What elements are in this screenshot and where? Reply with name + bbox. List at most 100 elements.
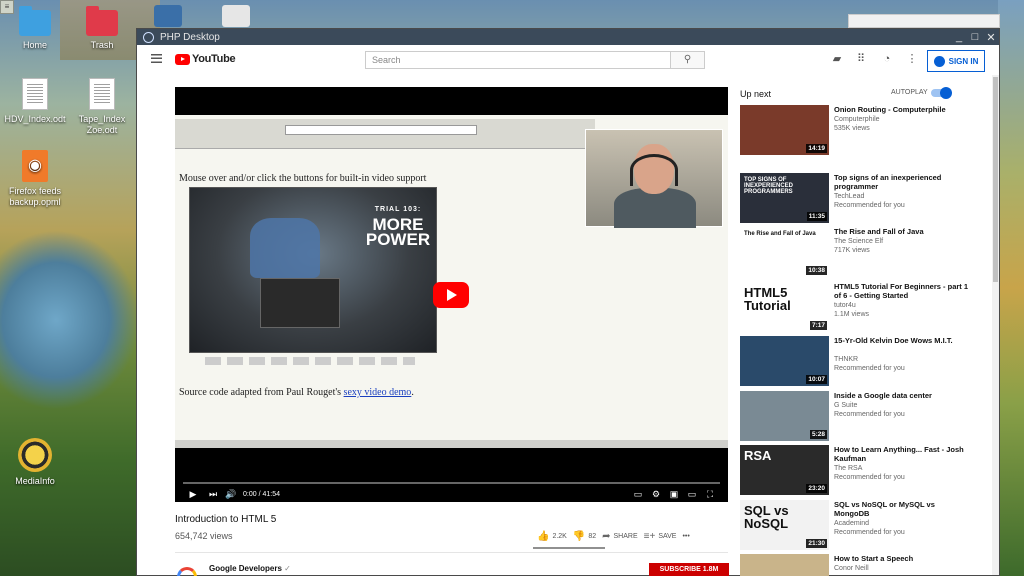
recommended-video[interactable]: TOP SIGNS OF INEXPERIENCED PROGRAMMERS 11… (740, 173, 970, 223)
desktop-icon-mediainfo[interactable]: MediaInfo (0, 438, 70, 487)
recommended-video[interactable]: 10:07 15-Yr-Old Kelvin Doe Wows M.I.T. THN… (740, 336, 970, 386)
video-thumbnail[interactable]: The Rise and Fall of Java 10:38 (740, 227, 829, 277)
youtube-logo[interactable]: YouTube (175, 53, 236, 65)
video-duration: 11:35 (806, 212, 827, 221)
sign-in-button[interactable]: SIGN IN (927, 50, 985, 72)
recommended-video-channel[interactable]: THNKR (834, 355, 858, 364)
up-next-heading: Up next (740, 89, 772, 99)
autoplay-toggle[interactable] (931, 87, 952, 99)
recommended-video-channel[interactable]: Computerphile (834, 115, 880, 124)
channel-name[interactable]: Google Developers ✓ (209, 564, 291, 573)
video-thumbnail[interactable]: 5:28 (740, 391, 829, 441)
clip-figure (250, 218, 320, 278)
recommended-video[interactable]: 14:19 Onion Routing - Computerphile Comput… (740, 105, 970, 155)
next-icon[interactable]: ⏭ (207, 488, 219, 500)
subscribe-button[interactable]: SUBSCRIBE 1.8M (649, 563, 729, 576)
maximize-button[interactable]: □ (967, 31, 983, 43)
verified-icon: ✓ (284, 564, 291, 573)
recommended-video-title[interactable]: 15-Yr-Old Kelvin Doe Wows M.I.T. (834, 336, 972, 345)
desktop-icon-firefox-feeds[interactable]: ◉ Firefox feeds backup.opml (0, 150, 70, 208)
recommended-video-title[interactable]: Inside a Google data center (834, 391, 972, 400)
recommended-video-title[interactable]: The Rise and Fall of Java (834, 227, 972, 236)
video-thumbnail[interactable]: 14:19 (740, 105, 829, 155)
video-thumbnail[interactable]: TOP SIGNS OF INEXPERIENCED PROGRAMMERS 11… (740, 173, 829, 223)
recommended-video[interactable]: SQL vs NoSQL 21:30 SQL vs NoSQL or MySQL v… (740, 500, 970, 550)
channel-avatar[interactable] (177, 567, 197, 576)
big-play-button[interactable] (433, 282, 469, 308)
video-player[interactable]: Mouse over and/or click the buttons for … (175, 87, 728, 502)
recommended-video-meta: Recommended for you (834, 202, 905, 209)
recommended-video-channel[interactable]: The Science Elf (834, 237, 883, 246)
video-actions: 👍 2.2K 👎 82 ➦ SHARE ≡+ SAVE ••• (537, 531, 690, 542)
like-button[interactable]: 👍 2.2K (537, 531, 567, 542)
page-scrollbar[interactable] (992, 75, 999, 575)
autoplay-label: AUTOPLAY (891, 89, 928, 96)
progress-bar[interactable] (183, 482, 720, 484)
recommended-video-title[interactable]: Onion Routing - Computerphile (834, 105, 972, 114)
logo-text: YouTube (192, 53, 236, 65)
video-thumbnail[interactable]: HTML5 Tutorial 7:17 (740, 282, 829, 332)
settings-gear-icon[interactable]: ⚙ (650, 488, 662, 500)
dislike-count: 82 (588, 533, 597, 540)
dislike-button[interactable]: 👎 82 (573, 531, 596, 542)
php-desktop-window: PHP Desktop _ □ ✕ YouTube Search ⚲ ▰ ⠿ ◔… (136, 28, 1000, 576)
more-vert-icon[interactable]: ⋮ (906, 53, 918, 65)
recommended-video[interactable]: HTML5 Tutorial 7:17 HTML5 Tutorial For Beg… (740, 282, 970, 332)
more-actions-button[interactable]: ••• (682, 533, 689, 540)
video-thumbnail[interactable]: SQL vs NoSQL 21:30 (740, 500, 829, 550)
recommended-video[interactable]: RSA 23:20 How to Learn Anything... Fast - … (740, 445, 970, 495)
theater-mode-icon[interactable]: ▭ (686, 488, 698, 500)
menu-icon[interactable] (151, 54, 162, 63)
desktop-icon-label: Home (22, 40, 47, 50)
taskbar-app-icon[interactable] (154, 5, 182, 27)
trash-icon (86, 6, 118, 36)
recommended-video-title[interactable]: How to Learn Anything... Fast - Josh Kau… (834, 445, 972, 463)
recommended-video-meta: Recommended for you (834, 365, 905, 372)
window-titlebar[interactable]: PHP Desktop _ □ ✕ (137, 29, 999, 45)
recommended-video-channel[interactable]: tutor4u (834, 301, 856, 310)
close-button[interactable]: ✕ (983, 31, 999, 44)
desktop-icon-trash[interactable]: Trash (67, 6, 137, 51)
play-icon[interactable]: ▶ (187, 488, 199, 500)
messages-icon[interactable]: ◔ (881, 53, 893, 65)
save-button[interactable]: ≡+ SAVE (644, 531, 677, 542)
minimize-button[interactable]: _ (951, 31, 967, 43)
desktop-icon-label: Firefox feeds backup.opml (8, 186, 62, 207)
recommended-video-title[interactable]: HTML5 Tutorial For Beginners - part 1 of… (834, 282, 972, 300)
video-thumbnail[interactable] (740, 554, 829, 576)
recommended-video-channel[interactable]: G Suite (834, 401, 857, 410)
video-title: Introduction to HTML 5 (175, 514, 277, 525)
desktop-icon-tape-index[interactable]: Tape_Index Zoe.odt (67, 78, 137, 136)
search-button[interactable]: ⚲ (671, 51, 705, 69)
app-icon (143, 31, 154, 43)
recommended-video[interactable]: How to Start a Speech Conor Neill (740, 554, 970, 576)
miniplayer-icon[interactable]: ▣ (668, 488, 680, 500)
apps-grid-icon[interactable]: ⠿ (855, 53, 867, 65)
recommended-video-channel[interactable]: TechLead (834, 192, 864, 201)
sign-in-label: SIGN IN (948, 56, 979, 66)
recommended-video-channel[interactable]: The RSA (834, 464, 862, 473)
recommended-video-title[interactable]: Top signs of an inexperienced programmer (834, 173, 972, 191)
mediainfo-icon (18, 438, 52, 472)
create-video-icon[interactable]: ▰ (831, 53, 843, 65)
fullscreen-icon[interactable]: ⛶ (704, 488, 716, 500)
search-input[interactable]: Search (365, 51, 671, 69)
video-browser-toolbar (175, 119, 595, 149)
recommended-video-channel[interactable]: Conor Neill (834, 564, 869, 573)
recommended-video-channel[interactable]: Academind (834, 519, 869, 528)
desktop-icon-home[interactable]: Home (0, 6, 70, 51)
recommended-video-title[interactable]: SQL vs NoSQL or MySQL vs MongoDB (834, 500, 972, 518)
recommended-video-title[interactable]: How to Start a Speech (834, 554, 972, 563)
video-thumbnail[interactable]: RSA 23:20 (740, 445, 829, 495)
source-prefix: Source code adapted from Paul Rouget's (179, 387, 344, 398)
share-button[interactable]: ➦ SHARE (602, 531, 638, 542)
recommended-video[interactable]: 5:28 Inside a Google data center G Suite Re… (740, 391, 970, 441)
recommended-video[interactable]: The Rise and Fall of Java 10:38 The Rise a… (740, 227, 970, 277)
captions-icon[interactable]: ▭ (632, 488, 644, 500)
desktop-icon-hdv-index[interactable]: HDV_Index.odt (0, 78, 70, 125)
taskbar-robot-icon[interactable] (222, 5, 250, 27)
video-thumbnail[interactable]: 10:07 (740, 336, 829, 386)
video-content: Mouse over and/or click the buttons for … (175, 115, 728, 448)
time-display: 0:00 / 41:54 (243, 490, 280, 498)
volume-icon[interactable]: 🔊 (225, 488, 237, 500)
